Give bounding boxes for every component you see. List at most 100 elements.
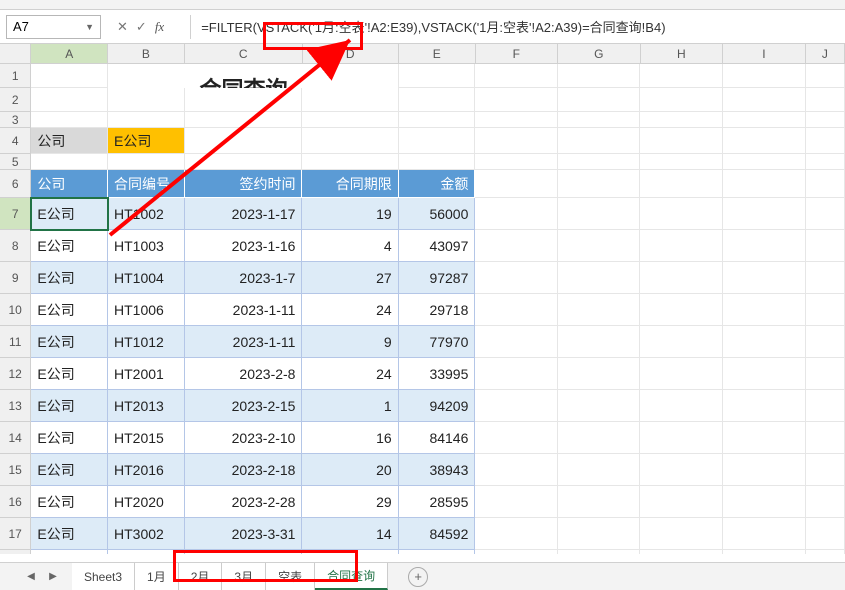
cell[interactable] — [806, 128, 845, 154]
cell[interactable] — [723, 128, 806, 154]
cell[interactable] — [475, 454, 558, 486]
cell[interactable] — [806, 262, 845, 294]
cell[interactable] — [806, 326, 845, 358]
cell[interactable] — [640, 262, 723, 294]
row-header[interactable]: 3 — [0, 112, 31, 128]
table-cell[interactable]: 33995 — [399, 358, 476, 390]
table-cell[interactable]: 1 — [302, 390, 398, 422]
sheet-tab[interactable]: 3月 — [222, 563, 266, 590]
column-header[interactable]: E — [399, 44, 476, 64]
table-header[interactable]: 金额 — [399, 170, 476, 198]
cell[interactable] — [475, 262, 558, 294]
table-cell[interactable]: E公司 — [31, 294, 108, 326]
cell[interactable] — [723, 198, 806, 230]
cell[interactable] — [399, 154, 476, 170]
cell[interactable] — [558, 64, 641, 88]
cell[interactable] — [31, 112, 108, 128]
row-header[interactable]: 14 — [0, 422, 31, 454]
column-header[interactable]: F — [476, 44, 559, 64]
cell[interactable] — [302, 88, 398, 112]
cell[interactable] — [475, 128, 558, 154]
column-header[interactable]: A — [31, 44, 108, 64]
row-header[interactable]: 8 — [0, 230, 31, 262]
table-header[interactable]: 公司 — [31, 170, 108, 198]
cell[interactable] — [558, 170, 641, 198]
table-cell[interactable]: E公司 — [31, 454, 108, 486]
table-cell[interactable]: 24 — [302, 358, 398, 390]
filter-label-cell[interactable]: 公司 — [31, 128, 108, 154]
cell[interactable] — [723, 154, 806, 170]
row-header[interactable]: 6 — [0, 170, 31, 198]
cell[interactable] — [475, 358, 558, 390]
row-header[interactable]: 2 — [0, 88, 31, 112]
cell[interactable] — [475, 112, 558, 128]
cell[interactable] — [723, 454, 806, 486]
cell[interactable] — [806, 550, 845, 554]
cell[interactable] — [558, 112, 641, 128]
table-cell[interactable]: 84592 — [399, 518, 476, 550]
row-header[interactable]: 5 — [0, 154, 31, 170]
cell[interactable] — [558, 128, 641, 154]
cell[interactable] — [108, 154, 185, 170]
sheet-tab[interactable]: 2月 — [179, 563, 223, 590]
filter-value-cell[interactable]: E公司 — [108, 128, 185, 154]
cell[interactable] — [185, 128, 303, 154]
cell[interactable] — [723, 64, 806, 88]
cell[interactable] — [806, 390, 845, 422]
table-cell[interactable]: 97287 — [399, 262, 476, 294]
row-header[interactable]: 4 — [0, 128, 31, 154]
table-cell[interactable]: 27 — [302, 262, 398, 294]
table-cell[interactable] — [302, 550, 398, 554]
column-header[interactable]: G — [558, 44, 641, 64]
cell[interactable] — [475, 486, 558, 518]
cell[interactable] — [640, 550, 723, 554]
cell[interactable] — [558, 390, 641, 422]
table-cell[interactable]: 28595 — [399, 486, 476, 518]
table-cell[interactable]: 20 — [302, 454, 398, 486]
cell[interactable] — [806, 198, 845, 230]
table-cell[interactable]: 2023-1-11 — [185, 326, 303, 358]
cell[interactable] — [399, 112, 476, 128]
table-cell[interactable]: E公司 — [31, 550, 108, 554]
table-cell[interactable]: E公司 — [31, 390, 108, 422]
cell[interactable] — [806, 230, 845, 262]
cell[interactable] — [185, 112, 303, 128]
cell[interactable] — [723, 88, 806, 112]
cell[interactable] — [806, 486, 845, 518]
table-cell[interactable]: HT1002 — [108, 198, 185, 230]
table-cell[interactable]: HT2013 — [108, 390, 185, 422]
table-cell[interactable]: E公司 — [31, 230, 108, 262]
cell[interactable] — [558, 88, 641, 112]
cell[interactable] — [640, 170, 723, 198]
cell[interactable] — [640, 390, 723, 422]
table-cell[interactable]: E公司 — [31, 358, 108, 390]
table-cell[interactable]: 2023-3-14 — [185, 550, 303, 554]
cell[interactable] — [806, 454, 845, 486]
cell[interactable] — [806, 88, 845, 112]
table-cell[interactable]: 84146 — [399, 422, 476, 454]
table-cell[interactable]: HT3002 — [108, 518, 185, 550]
table-cell[interactable]: 19 — [302, 198, 398, 230]
cell[interactable] — [723, 112, 806, 128]
table-cell[interactable]: E公司 — [31, 262, 108, 294]
table-cell[interactable]: E公司 — [31, 422, 108, 454]
cell[interactable] — [723, 422, 806, 454]
cell[interactable] — [723, 170, 806, 198]
table-cell[interactable]: 24 — [302, 294, 398, 326]
cell[interactable] — [31, 154, 108, 170]
cell[interactable] — [185, 154, 303, 170]
table-cell[interactable]: HT2015 — [108, 422, 185, 454]
cell[interactable] — [806, 112, 845, 128]
cell[interactable] — [558, 358, 641, 390]
cell[interactable] — [558, 518, 641, 550]
cell[interactable] — [475, 198, 558, 230]
cell[interactable] — [806, 154, 845, 170]
table-cell[interactable]: E公司 — [31, 326, 108, 358]
table-cell[interactable]: 9 — [302, 326, 398, 358]
table-cell[interactable]: 94209 — [399, 390, 476, 422]
row-header[interactable]: 15 — [0, 454, 31, 486]
nav-prev-icon[interactable]: ◀ — [22, 568, 40, 586]
table-cell[interactable]: 78167 — [399, 550, 476, 554]
title-cell[interactable]: 合同查询 — [185, 64, 303, 88]
table-cell[interactable]: 4 — [302, 230, 398, 262]
